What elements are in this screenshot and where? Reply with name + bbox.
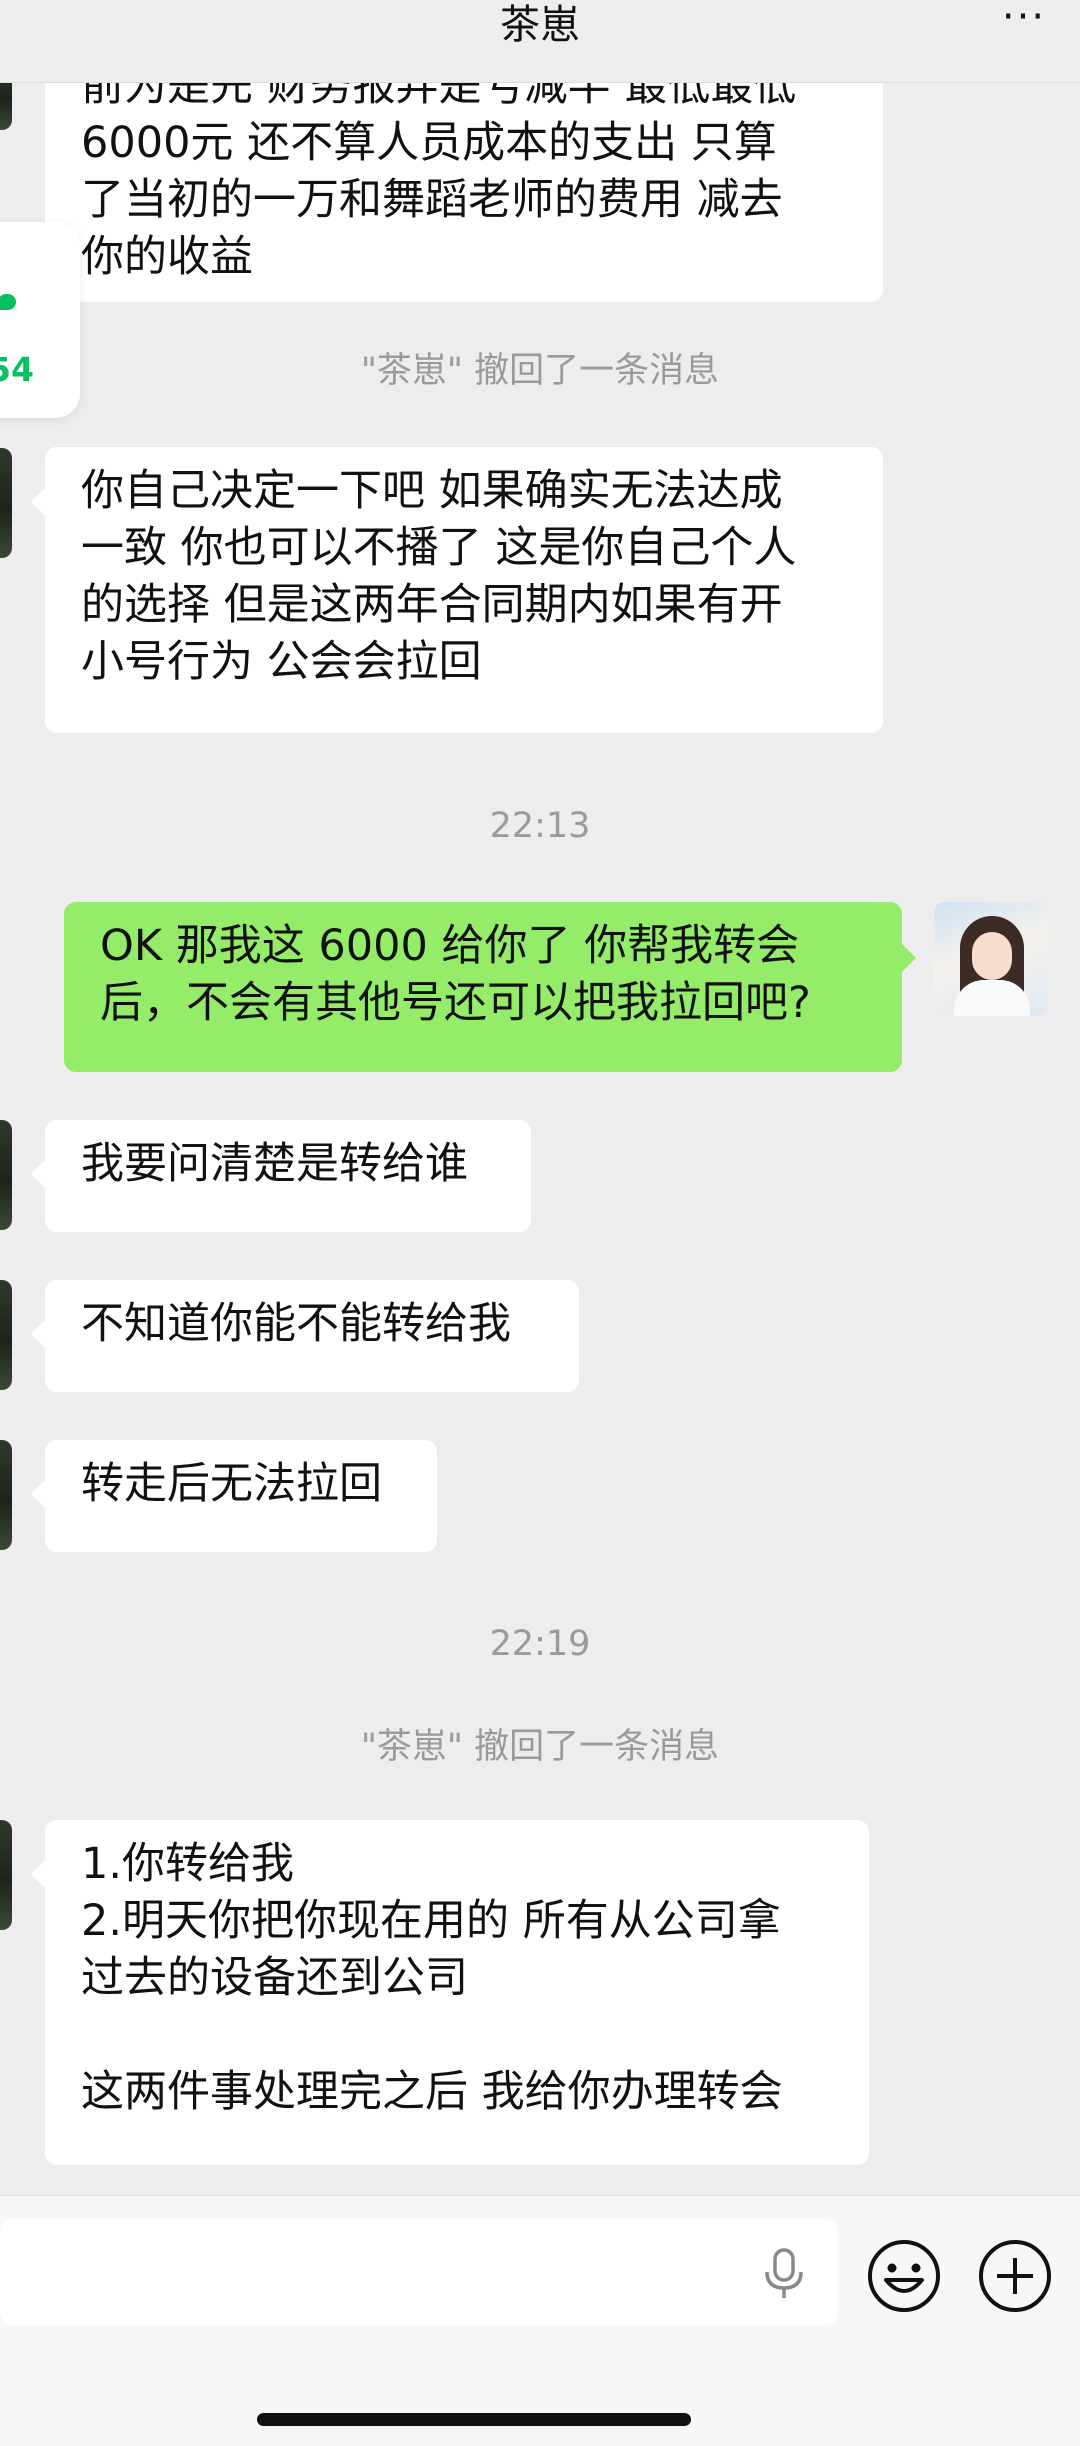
bubble-tail [31, 1480, 45, 1508]
self-avatar[interactable] [934, 902, 1048, 1016]
recall-notice: "茶崽" 撤回了一条消息 [360, 351, 720, 391]
timestamp: 22:13 [489, 806, 591, 846]
chat-title: 茶崽 [500, 2, 580, 48]
bubble-tail [902, 944, 916, 972]
message-input[interactable] [0, 2219, 838, 2325]
bubble-tail [31, 1160, 45, 1188]
recall-notice: "茶崽" 撤回了一条消息 [360, 1727, 720, 1767]
more-dots-icon[interactable]: ··· [994, 0, 1054, 46]
incoming-message[interactable]: 我要问清楚是转给谁 [45, 1120, 531, 1232]
microphone-icon[interactable] [760, 2248, 808, 2300]
incoming-message[interactable]: 转走后无法拉回 [45, 1440, 437, 1552]
bubble-tail [31, 1860, 45, 1888]
input-bar [0, 2195, 1080, 2446]
home-indicator[interactable] [257, 2413, 691, 2426]
plus-circle-icon[interactable] [977, 2238, 1053, 2314]
leaf-icon [0, 294, 16, 310]
outgoing-message[interactable]: OK 那我这 6000 给你了 你帮我转会 后，不会有其他号还可以把我拉回吧? [64, 902, 902, 1072]
timestamp: 22:19 [489, 1624, 591, 1664]
incoming-message[interactable]: 不知道你能不能转给我 [45, 1280, 579, 1392]
bubble-tail [31, 488, 45, 516]
bubble-tail [31, 1320, 45, 1348]
incoming-message[interactable]: 你自己决定一下吧 如果确实无法达成 一致 你也可以不播了 这是你自己个人 的选择… [45, 447, 883, 733]
contact-avatar[interactable] [0, 448, 12, 558]
contact-avatar[interactable] [0, 1820, 12, 1930]
emoji-icon[interactable] [866, 2238, 942, 2314]
incoming-message[interactable]: 1.你转给我 2.明天你把你现在用的 所有从公司拿 过去的设备还到公司 这两件事… [45, 1820, 869, 2165]
contact-avatar[interactable] [0, 1440, 12, 1550]
chat-header: 茶崽 ··· [0, 0, 1080, 83]
chat-area[interactable]: 前为是先 财务报弃是亏减半 最低最低 6000元 还不算人员成本的支出 只算 了… [0, 0, 1080, 2195]
contact-avatar[interactable] [0, 1120, 12, 1230]
contact-avatar[interactable] [0, 1280, 12, 1390]
